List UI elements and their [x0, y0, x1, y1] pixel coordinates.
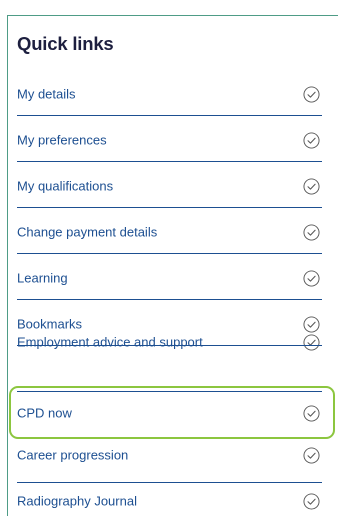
- quick-link-employment-advice-and-support[interactable]: Employment advice and support: [17, 319, 322, 365]
- quick-link-label: My preferences: [17, 132, 107, 148]
- check-circle-icon: [303, 269, 320, 287]
- quick-link-label: Learning: [17, 270, 68, 286]
- quick-link-label: Radiography Journal: [17, 493, 137, 509]
- quick-link-label: My qualifications: [17, 178, 114, 194]
- quick-link-career-progression[interactable]: Career progression: [17, 438, 322, 472]
- divider: [17, 345, 322, 346]
- check-circle-icon: [303, 492, 320, 510]
- quick-link-my-details[interactable]: My details: [17, 71, 322, 117]
- quick-links-title: Quick links: [17, 33, 114, 54]
- divider: [17, 482, 322, 483]
- quick-link-my-qualifications[interactable]: My qualifications: [17, 163, 322, 209]
- quick-link-my-preferences[interactable]: My preferences: [17, 117, 322, 163]
- divider: [17, 115, 322, 116]
- quick-link-radiography-journal[interactable]: Radiography Journal: [17, 483, 322, 516]
- check-circle-icon: [303, 177, 320, 195]
- divider: [17, 253, 322, 254]
- quick-link-label: Career progression: [17, 447, 129, 463]
- check-circle-icon: [303, 404, 320, 422]
- divider: [17, 391, 322, 392]
- check-circle-icon: [303, 223, 320, 241]
- quick-link-label: Change payment details: [17, 224, 158, 240]
- quick-link-cpd-now[interactable]: CPD now: [17, 390, 322, 436]
- quick-link-learning[interactable]: Learning: [17, 255, 322, 301]
- divider: [17, 299, 322, 300]
- check-circle-icon: [303, 446, 320, 464]
- quick-link-label: Employment advice and support: [17, 334, 203, 350]
- check-circle-icon: [303, 333, 320, 351]
- quick-link-change-payment-details[interactable]: Change payment details: [17, 209, 322, 255]
- check-circle-icon: [303, 131, 320, 149]
- quick-link-label: My details: [17, 86, 76, 102]
- quick-link-label: CPD now: [17, 405, 72, 421]
- check-circle-icon: [303, 85, 320, 103]
- divider: [17, 161, 322, 162]
- divider: [17, 437, 322, 438]
- divider: [17, 207, 322, 208]
